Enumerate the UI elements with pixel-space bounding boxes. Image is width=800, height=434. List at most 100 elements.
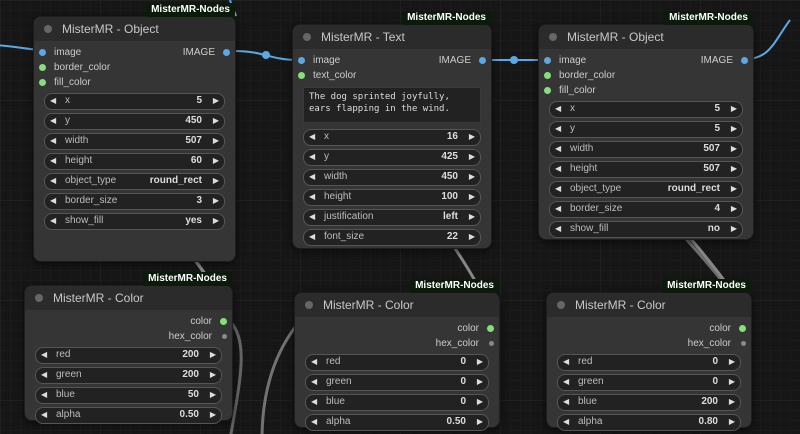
text-node[interactable]: MisterMR-Nodes MisterMR - Text image IMA… [292,11,492,249]
decrement-arrow-icon[interactable]: ◀ [311,397,317,406]
image-output-slot[interactable] [223,49,230,56]
widget-alpha[interactable]: ◀ alpha 0.50 ▶ [305,414,489,431]
image-output-slot[interactable] [741,57,748,64]
collapse-toggle[interactable] [549,33,557,41]
increment-arrow-icon[interactable]: ▶ [469,152,475,161]
decrement-arrow-icon[interactable]: ◀ [555,164,561,173]
decrement-arrow-icon[interactable]: ◀ [311,357,317,366]
widget-y[interactable]: ◀ y 5 ▶ [549,121,743,138]
widget-green[interactable]: ◀ green 200 ▶ [35,367,222,384]
object-node-2[interactable]: MisterMR-Nodes MisterMR - Object image I… [538,11,754,240]
hex-color-output-slot[interactable] [222,334,227,339]
fill-color-input-slot[interactable] [544,87,551,94]
increment-arrow-icon[interactable]: ▶ [213,136,219,145]
color-node-3[interactable]: MisterMR-Nodes MisterMR - Color color he… [546,279,752,431]
decrement-arrow-icon[interactable]: ◀ [41,410,47,419]
widget-height[interactable]: ◀ height 100 ▶ [303,189,481,206]
widget-blue[interactable]: ◀ blue 50 ▶ [35,387,222,404]
increment-arrow-icon[interactable]: ▶ [469,172,475,181]
widget-width[interactable]: ◀ width 450 ▶ [303,169,481,186]
decrement-arrow-icon[interactable]: ◀ [563,397,569,406]
decrement-arrow-icon[interactable]: ◀ [555,204,561,213]
node-header[interactable]: MisterMR - Color [295,293,499,317]
decrement-arrow-icon[interactable]: ◀ [41,370,47,379]
increment-arrow-icon[interactable]: ▶ [213,196,219,205]
increment-arrow-icon[interactable]: ▶ [469,232,475,241]
decrement-arrow-icon[interactable]: ◀ [555,224,561,233]
widget-alpha[interactable]: ◀ alpha 0.50 ▶ [35,407,222,424]
fill-color-input-slot[interactable] [39,79,46,86]
decrement-arrow-icon[interactable]: ◀ [309,192,315,201]
text-input-area[interactable]: The dog sprinted joyfully, ears flapping… [303,87,481,123]
decrement-arrow-icon[interactable]: ◀ [50,216,56,225]
increment-arrow-icon[interactable]: ▶ [477,377,483,386]
decrement-arrow-icon[interactable]: ◀ [311,417,317,426]
widget-object-type[interactable]: ◀ object_type round_rect ▶ [44,173,225,190]
decrement-arrow-icon[interactable]: ◀ [555,124,561,133]
increment-arrow-icon[interactable]: ▶ [210,390,216,399]
widget-red[interactable]: ◀ red 200 ▶ [35,347,222,364]
collapse-toggle[interactable] [305,301,313,309]
decrement-arrow-icon[interactable]: ◀ [309,132,315,141]
increment-arrow-icon[interactable]: ▶ [469,132,475,141]
widget-height[interactable]: ◀ height 507 ▶ [549,161,743,178]
widget-x[interactable]: ◀ x 16 ▶ [303,129,481,146]
increment-arrow-icon[interactable]: ▶ [729,377,735,386]
widget-green[interactable]: ◀ green 0 ▶ [557,374,741,391]
increment-arrow-icon[interactable]: ▶ [731,224,737,233]
decrement-arrow-icon[interactable]: ◀ [50,96,56,105]
collapse-toggle[interactable] [303,33,311,41]
widget-width[interactable]: ◀ width 507 ▶ [549,141,743,158]
decrement-arrow-icon[interactable]: ◀ [50,136,56,145]
widget-border-size[interactable]: ◀ border_size 3 ▶ [44,193,225,210]
widget-font-size[interactable]: ◀ font_size 22 ▶ [303,229,481,246]
increment-arrow-icon[interactable]: ▶ [731,104,737,113]
increment-arrow-icon[interactable]: ▶ [213,216,219,225]
decrement-arrow-icon[interactable]: ◀ [41,350,47,359]
increment-arrow-icon[interactable]: ▶ [210,370,216,379]
increment-arrow-icon[interactable]: ▶ [477,357,483,366]
decrement-arrow-icon[interactable]: ◀ [50,176,56,185]
widget-show-fill[interactable]: ◀ show_fill yes ▶ [44,213,225,230]
widget-green[interactable]: ◀ green 0 ▶ [305,374,489,391]
color-output-slot[interactable] [487,325,494,332]
widget-width[interactable]: ◀ width 507 ▶ [44,133,225,150]
increment-arrow-icon[interactable]: ▶ [729,397,735,406]
increment-arrow-icon[interactable]: ▶ [731,164,737,173]
increment-arrow-icon[interactable]: ▶ [213,176,219,185]
increment-arrow-icon[interactable]: ▶ [731,124,737,133]
border-color-input-slot[interactable] [39,64,46,71]
object-node-1[interactable]: MisterMR-Nodes MisterMR - Object image I… [33,3,236,262]
widget-red[interactable]: ◀ red 0 ▶ [305,354,489,371]
node-header[interactable]: MisterMR - Object [539,25,753,49]
widget-object-type[interactable]: ◀ object_type round_rect ▶ [549,181,743,198]
collapse-toggle[interactable] [35,294,43,302]
increment-arrow-icon[interactable]: ▶ [213,96,219,105]
decrement-arrow-icon[interactable]: ◀ [50,116,56,125]
increment-arrow-icon[interactable]: ▶ [469,212,475,221]
increment-arrow-icon[interactable]: ▶ [729,417,735,426]
widget-x[interactable]: ◀ x 5 ▶ [549,101,743,118]
hex-color-output-slot[interactable] [489,341,494,346]
widget-x[interactable]: ◀ x 5 ▶ [44,93,225,110]
node-header[interactable]: MisterMR - Color [547,293,751,317]
increment-arrow-icon[interactable]: ▶ [210,350,216,359]
image-output-slot[interactable] [479,57,486,64]
decrement-arrow-icon[interactable]: ◀ [311,377,317,386]
image-input-slot[interactable] [298,57,305,64]
decrement-arrow-icon[interactable]: ◀ [555,184,561,193]
widget-height[interactable]: ◀ height 60 ▶ [44,153,225,170]
increment-arrow-icon[interactable]: ▶ [210,410,216,419]
increment-arrow-icon[interactable]: ▶ [213,156,219,165]
text-color-input-slot[interactable] [298,72,305,79]
widget-red[interactable]: ◀ red 0 ▶ [557,354,741,371]
node-header[interactable]: MisterMR - Object [34,17,235,41]
increment-arrow-icon[interactable]: ▶ [731,204,737,213]
widget-blue[interactable]: ◀ blue 0 ▶ [305,394,489,411]
image-input-slot[interactable] [39,49,46,56]
widget-y[interactable]: ◀ y 450 ▶ [44,113,225,130]
widget-border-size[interactable]: ◀ border_size 4 ▶ [549,201,743,218]
decrement-arrow-icon[interactable]: ◀ [50,156,56,165]
color-node-1[interactable]: MisterMR-Nodes MisterMR - Color color he… [24,272,233,424]
decrement-arrow-icon[interactable]: ◀ [309,152,315,161]
